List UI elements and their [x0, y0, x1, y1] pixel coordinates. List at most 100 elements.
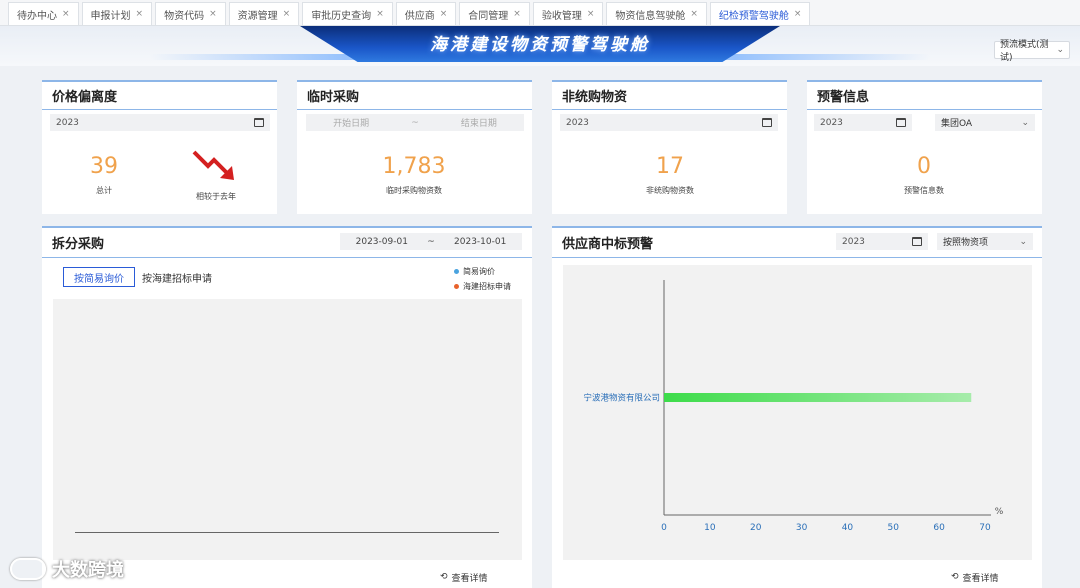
- date-separator: ~: [427, 236, 435, 247]
- split-view-detail-button[interactable]: ⟲ 查看详情: [432, 566, 496, 588]
- supplier-bar-chart: 0 10 20 30 40 50 60 70% 宁波港物资有限公司: [583, 280, 1004, 533]
- detail-label: 查看详情: [962, 573, 999, 584]
- tab-label: 物资代码: [164, 10, 205, 22]
- split-date-range[interactable]: 2023-09-01 ~ 2023-10-01: [340, 233, 522, 250]
- x-tick-label: 40: [842, 523, 854, 533]
- price-year-value: 2023: [56, 117, 79, 128]
- date-separator: ~: [411, 117, 419, 128]
- tab-1[interactable]: 申报计划 ×: [81, 2, 153, 25]
- close-icon[interactable]: ×: [440, 9, 448, 19]
- tab-9[interactable]: 纪检预警驾驶舱 ×: [709, 2, 811, 25]
- bar: [664, 393, 972, 402]
- chevron-down-icon: ⌄: [1021, 117, 1029, 128]
- mode-select[interactable]: 预流模式(测试) ⌄: [994, 40, 1070, 63]
- x-tick-label: 10: [704, 523, 716, 533]
- tab-label: 物资信息驾驶舱: [615, 10, 686, 22]
- non-unified-value: 17: [656, 154, 684, 179]
- tab-label: 审批历史查询: [311, 10, 372, 22]
- split-chart-baseline: [75, 532, 499, 533]
- close-icon[interactable]: ×: [587, 9, 595, 19]
- tab-simple-inquiry[interactable]: 按简易询价: [63, 267, 135, 287]
- legend-label: 简易询价: [463, 267, 495, 276]
- legend-item: 简易询价: [454, 266, 495, 277]
- tab-label: 申报计划: [90, 10, 131, 22]
- warning-year-picker[interactable]: 2023: [814, 114, 912, 131]
- tab-tender-application[interactable]: 按海建招标申请: [132, 267, 222, 287]
- close-icon[interactable]: ×: [136, 9, 144, 19]
- tab-label: 纪检预警驾驶舱: [718, 10, 789, 22]
- close-icon[interactable]: ×: [794, 9, 802, 19]
- supplier-mode-value: 按照物资项: [943, 238, 989, 248]
- tab-4[interactable]: 审批历史查询 ×: [302, 2, 393, 25]
- temp-date-range[interactable]: 开始日期 ~ 结束日期: [306, 114, 524, 131]
- close-icon[interactable]: ×: [209, 9, 217, 19]
- warning-org-value: 集团OA: [941, 119, 973, 129]
- price-total-label: 总计: [96, 186, 112, 195]
- temp-purchase-value: 1,783: [382, 154, 446, 179]
- legend-dot: [454, 284, 459, 289]
- close-icon[interactable]: ×: [62, 9, 70, 19]
- calendar-icon: [254, 118, 264, 127]
- tab-8[interactable]: 物资信息驾驶舱 ×: [606, 2, 707, 25]
- watermark-text: 大数跨境: [52, 560, 124, 581]
- price-year-picker[interactable]: 2023: [50, 114, 270, 131]
- trend-down-icon: [192, 150, 234, 180]
- split-chart-area: [53, 299, 522, 560]
- temp-purchase-label: 临时采购物资数: [386, 186, 442, 195]
- refresh-icon: ⟲: [951, 572, 959, 582]
- header-banner: 海港建设物资预警驾驶舱: [0, 26, 1080, 66]
- warning-value: 0: [917, 154, 931, 179]
- card-title: 预警信息: [807, 82, 1042, 110]
- card-title: 临时采购: [297, 82, 532, 110]
- tab-bar: 待办中心 × 申报计划 × 物资代码 × 资源管理 × 审批历史查询 × 供应商 × 合同管理 × 验收管理…: [0, 0, 1080, 26]
- supplier-year-value: 2023: [842, 236, 865, 247]
- calendar-icon: [762, 118, 772, 127]
- warning-label: 预警信息数: [904, 186, 944, 195]
- supplier-view-detail-button[interactable]: ⟲ 查看详情: [943, 566, 1007, 588]
- supplier-chart-area: 0 10 20 30 40 50 60 70% 宁波港物资有限公司: [563, 265, 1032, 560]
- tab-7[interactable]: 验收管理 ×: [532, 2, 604, 25]
- close-icon[interactable]: ×: [513, 9, 521, 19]
- x-tick-label: 70: [979, 523, 991, 533]
- supplier-year-picker[interactable]: 2023: [836, 233, 928, 250]
- card-title: 价格偏离度: [42, 82, 277, 110]
- watermark-logo-icon: [10, 558, 46, 580]
- mode-select-value: 预流模式(测试): [1000, 40, 1049, 63]
- end-date-placeholder: 结束日期: [460, 119, 497, 129]
- close-icon[interactable]: ×: [376, 9, 384, 19]
- chevron-down-icon: ⌄: [1019, 236, 1027, 247]
- split-date-end: 2023-10-01: [454, 236, 507, 247]
- tab-label: 资源管理: [237, 10, 278, 22]
- legend-label: 海建招标申请: [463, 282, 511, 291]
- tab-6[interactable]: 合同管理 ×: [459, 2, 530, 25]
- tab-label: 合同管理: [468, 10, 509, 22]
- x-tick-label: 30: [796, 523, 808, 533]
- close-icon[interactable]: ×: [690, 9, 698, 19]
- card-title: 非统购物资: [552, 82, 787, 110]
- tab-5[interactable]: 供应商 ×: [395, 2, 457, 25]
- close-icon[interactable]: ×: [283, 9, 291, 19]
- detail-label: 查看详情: [451, 573, 488, 584]
- calendar-icon: [896, 118, 906, 127]
- tab-2[interactable]: 物资代码 ×: [155, 2, 226, 25]
- price-compare-label: 相较于去年: [196, 192, 236, 201]
- legend-dot: [454, 269, 459, 274]
- supplier-mode-select[interactable]: 按照物资项 ⌄: [937, 233, 1033, 250]
- split-date-start: 2023-09-01: [355, 236, 408, 247]
- x-tick-label: 60: [933, 523, 945, 533]
- tab-label: 供应商: [404, 10, 435, 22]
- x-unit-label: %: [995, 507, 1004, 517]
- tab-label: 待办中心: [17, 10, 57, 22]
- tab-label: 验收管理: [541, 10, 582, 22]
- refresh-icon: ⟲: [440, 572, 448, 582]
- warning-org-select[interactable]: 集团OA ⌄: [935, 114, 1035, 131]
- y-category-label: 宁波港物资有限公司: [583, 393, 660, 404]
- tab-3[interactable]: 资源管理 ×: [228, 2, 300, 25]
- price-total-value: 39: [90, 154, 118, 179]
- tab-0[interactable]: 待办中心 ×: [8, 2, 79, 25]
- x-tick-label: 50: [888, 523, 900, 533]
- x-tick-label: 0: [661, 523, 667, 533]
- non-unified-year-picker[interactable]: 2023: [560, 114, 778, 131]
- page-title: 海港建设物资预警驾驶舱: [430, 35, 650, 55]
- warning-year-value: 2023: [820, 117, 843, 128]
